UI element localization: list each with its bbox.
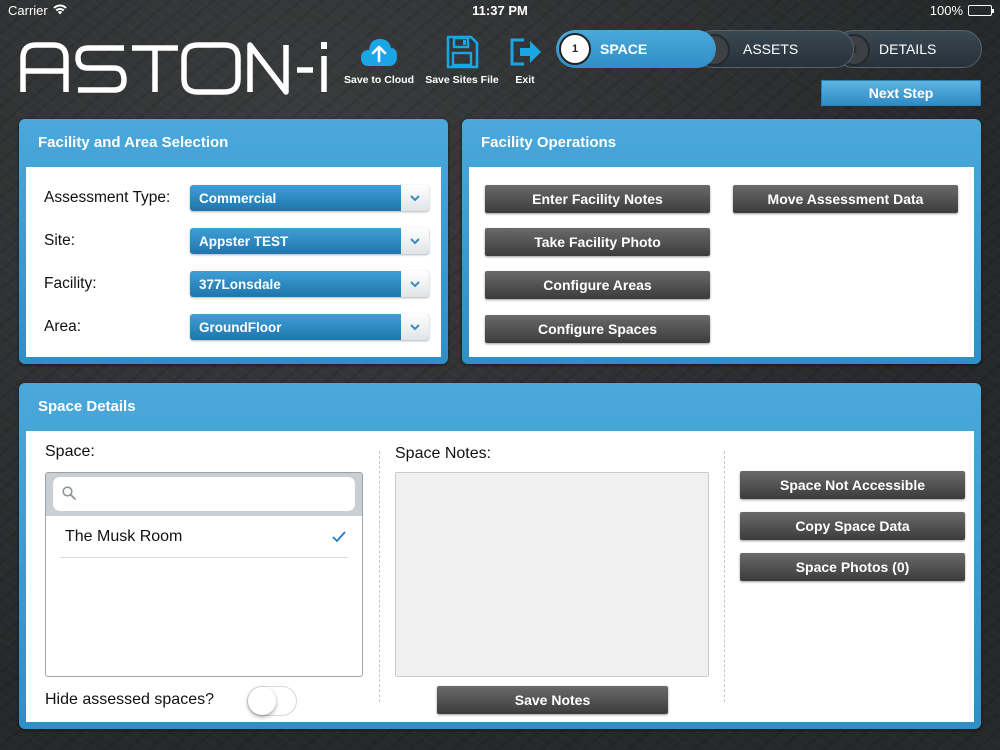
space-photos-button[interactable]: Space Photos (0)	[740, 553, 965, 581]
space-details-body: Space: The Musk Room Hide assessed space…	[26, 431, 974, 722]
exit-label: Exit	[515, 74, 535, 86]
step-number-1: 1	[559, 33, 591, 65]
column-divider	[724, 451, 725, 702]
next-step-button[interactable]: Next Step	[821, 80, 981, 106]
save-notes-button[interactable]: Save Notes	[437, 686, 668, 714]
space-details-title: Space Details	[38, 398, 136, 415]
toggle-knob	[248, 687, 276, 715]
aston-i-logo	[20, 42, 327, 95]
exit-button[interactable]: Exit	[485, 34, 565, 86]
status-bar: Carrier 11:37 PM 100%	[0, 0, 1000, 22]
hide-assessed-label: Hide assessed spaces?	[45, 691, 214, 708]
facility-value: 377Lonsdale	[199, 276, 281, 292]
area-label: Area:	[44, 318, 82, 335]
area-select[interactable]: GroundFloor	[190, 314, 429, 340]
step-assets[interactable]: 2 ASSETS	[694, 30, 854, 68]
space-list: The Musk Room	[45, 472, 363, 677]
status-time: 11:37 PM	[472, 3, 528, 18]
facility-selection-panel: Facility and Area Selection Assessment T…	[19, 119, 448, 364]
battery-percent: 100%	[929, 3, 963, 18]
save-to-cloud-label: Save to Cloud	[343, 74, 414, 86]
cloud-upload-icon	[361, 39, 397, 66]
search-bar	[46, 473, 362, 516]
step-details[interactable]: 3 DETAILS	[834, 30, 982, 68]
copy-space-data-button[interactable]: Copy Space Data	[740, 512, 965, 540]
space-label: Space:	[45, 443, 95, 460]
floppy-disk-icon	[446, 35, 479, 69]
space-not-accessible-button[interactable]: Space Not Accessible	[740, 471, 965, 499]
configure-areas-button[interactable]: Configure Areas	[485, 271, 710, 299]
chevron-down-icon	[401, 228, 429, 254]
hide-assessed-toggle[interactable]	[247, 686, 297, 716]
facility-selection-title: Facility and Area Selection	[38, 134, 229, 151]
assessment-type-label: Assessment Type:	[44, 189, 171, 206]
search-input[interactable]	[53, 477, 355, 511]
area-value: GroundFloor	[199, 319, 282, 335]
chevron-down-icon	[401, 314, 429, 340]
take-facility-photo-button[interactable]: Take Facility Photo	[485, 228, 710, 256]
step-details-label: DETAILS	[879, 41, 937, 57]
column-divider	[379, 451, 380, 702]
enter-facility-notes-button[interactable]: Enter Facility Notes	[485, 185, 710, 213]
facility-operations-title: Facility Operations	[481, 134, 617, 151]
exit-icon	[510, 38, 541, 66]
facility-label: Facility:	[44, 275, 97, 292]
configure-spaces-button[interactable]: Configure Spaces	[485, 315, 710, 343]
search-icon	[62, 486, 76, 505]
assessment-type-select[interactable]: Commercial	[190, 185, 429, 211]
progress-stepper: 3 DETAILS 2 ASSETS 1 SPACE	[556, 30, 982, 68]
step-assets-label: ASSETS	[743, 41, 799, 57]
site-value: Appster TEST	[199, 233, 289, 249]
space-details-panel: Space Details Space: The Musk Room Hide …	[19, 383, 981, 729]
site-select[interactable]: Appster TEST	[190, 228, 429, 254]
facility-select[interactable]: 377Lonsdale	[190, 271, 429, 297]
battery-icon	[968, 5, 994, 16]
facility-operations-panel: Facility Operations Enter Facility Notes…	[462, 119, 981, 364]
space-notes-textarea[interactable]	[395, 472, 709, 677]
step-space-label: SPACE	[600, 41, 648, 57]
space-name: The Musk Room	[65, 527, 183, 545]
facility-selection-body: Assessment Type: Commercial Site: Appste…	[26, 167, 441, 357]
assessment-type-value: Commercial	[199, 190, 277, 206]
site-label: Site:	[44, 232, 76, 249]
save-to-cloud-button[interactable]: Save to Cloud	[339, 34, 419, 86]
space-notes-label: Space Notes:	[395, 445, 492, 462]
chevron-down-icon	[401, 185, 429, 211]
facility-operations-body: Enter Facility Notes Move Assessment Dat…	[469, 167, 974, 357]
move-assessment-data-button[interactable]: Move Assessment Data	[733, 185, 958, 213]
checkmark-icon	[332, 530, 346, 548]
step-space[interactable]: 1 SPACE	[556, 30, 716, 68]
chevron-down-icon	[401, 271, 429, 297]
list-item[interactable]: The Musk Room	[60, 516, 348, 558]
